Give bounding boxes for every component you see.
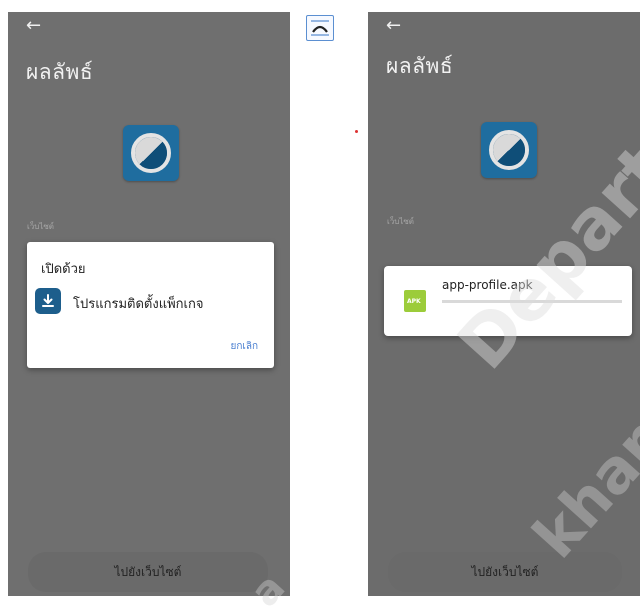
go-to-website-button[interactable]: ไปยังเว็บไซต์	[28, 552, 268, 592]
app-icon-glyph	[135, 137, 167, 169]
page-title: ผลลัพธ์	[386, 54, 454, 78]
cancel-button[interactable]: ยกเลิก	[230, 339, 258, 354]
apk-file-name: app-profile.apk	[442, 278, 533, 292]
website-label: เว็บไซต์	[27, 222, 54, 231]
download-progress-bar	[442, 300, 622, 303]
download-progress-card: APK app-profile.apk	[384, 266, 632, 336]
dialog-title: เปิดด้วย	[41, 262, 86, 277]
download-icon	[35, 288, 61, 314]
app-icon-glyph	[493, 134, 525, 166]
left-phone-screen: ← ผลลัพธ์ เว็บไซต์ เปิดด้วย โปรแกรมติดตั…	[8, 12, 290, 596]
app-icon	[481, 122, 537, 178]
open-with-dialog: เปิดด้วย โปรแกรมติดตั้งแพ็กเกจ ยกเลิก	[27, 242, 274, 368]
right-phone-screen: ← ผลลัพธ์ เว็บไซต์ APK app-profile.apk ไ…	[368, 12, 640, 596]
collapse-icon[interactable]	[306, 15, 334, 41]
website-label: เว็บไซต์	[387, 217, 414, 226]
red-dot-marker	[355, 130, 358, 133]
back-arrow-icon[interactable]: ←	[26, 16, 41, 36]
apk-icon-text: APK	[407, 298, 421, 305]
package-installer-label: โปรแกรมติดตั้งแพ็กเกจ	[73, 297, 204, 312]
page-title: ผลลัพธ์	[26, 60, 94, 84]
back-arrow-icon[interactable]: ←	[386, 16, 401, 36]
apk-file-icon: APK	[404, 290, 426, 312]
app-icon	[123, 125, 179, 181]
package-installer-option[interactable]: โปรแกรมติดตั้งแพ็กเกจ	[35, 288, 265, 316]
go-to-website-button[interactable]: ไปยังเว็บไซต์	[388, 552, 622, 592]
